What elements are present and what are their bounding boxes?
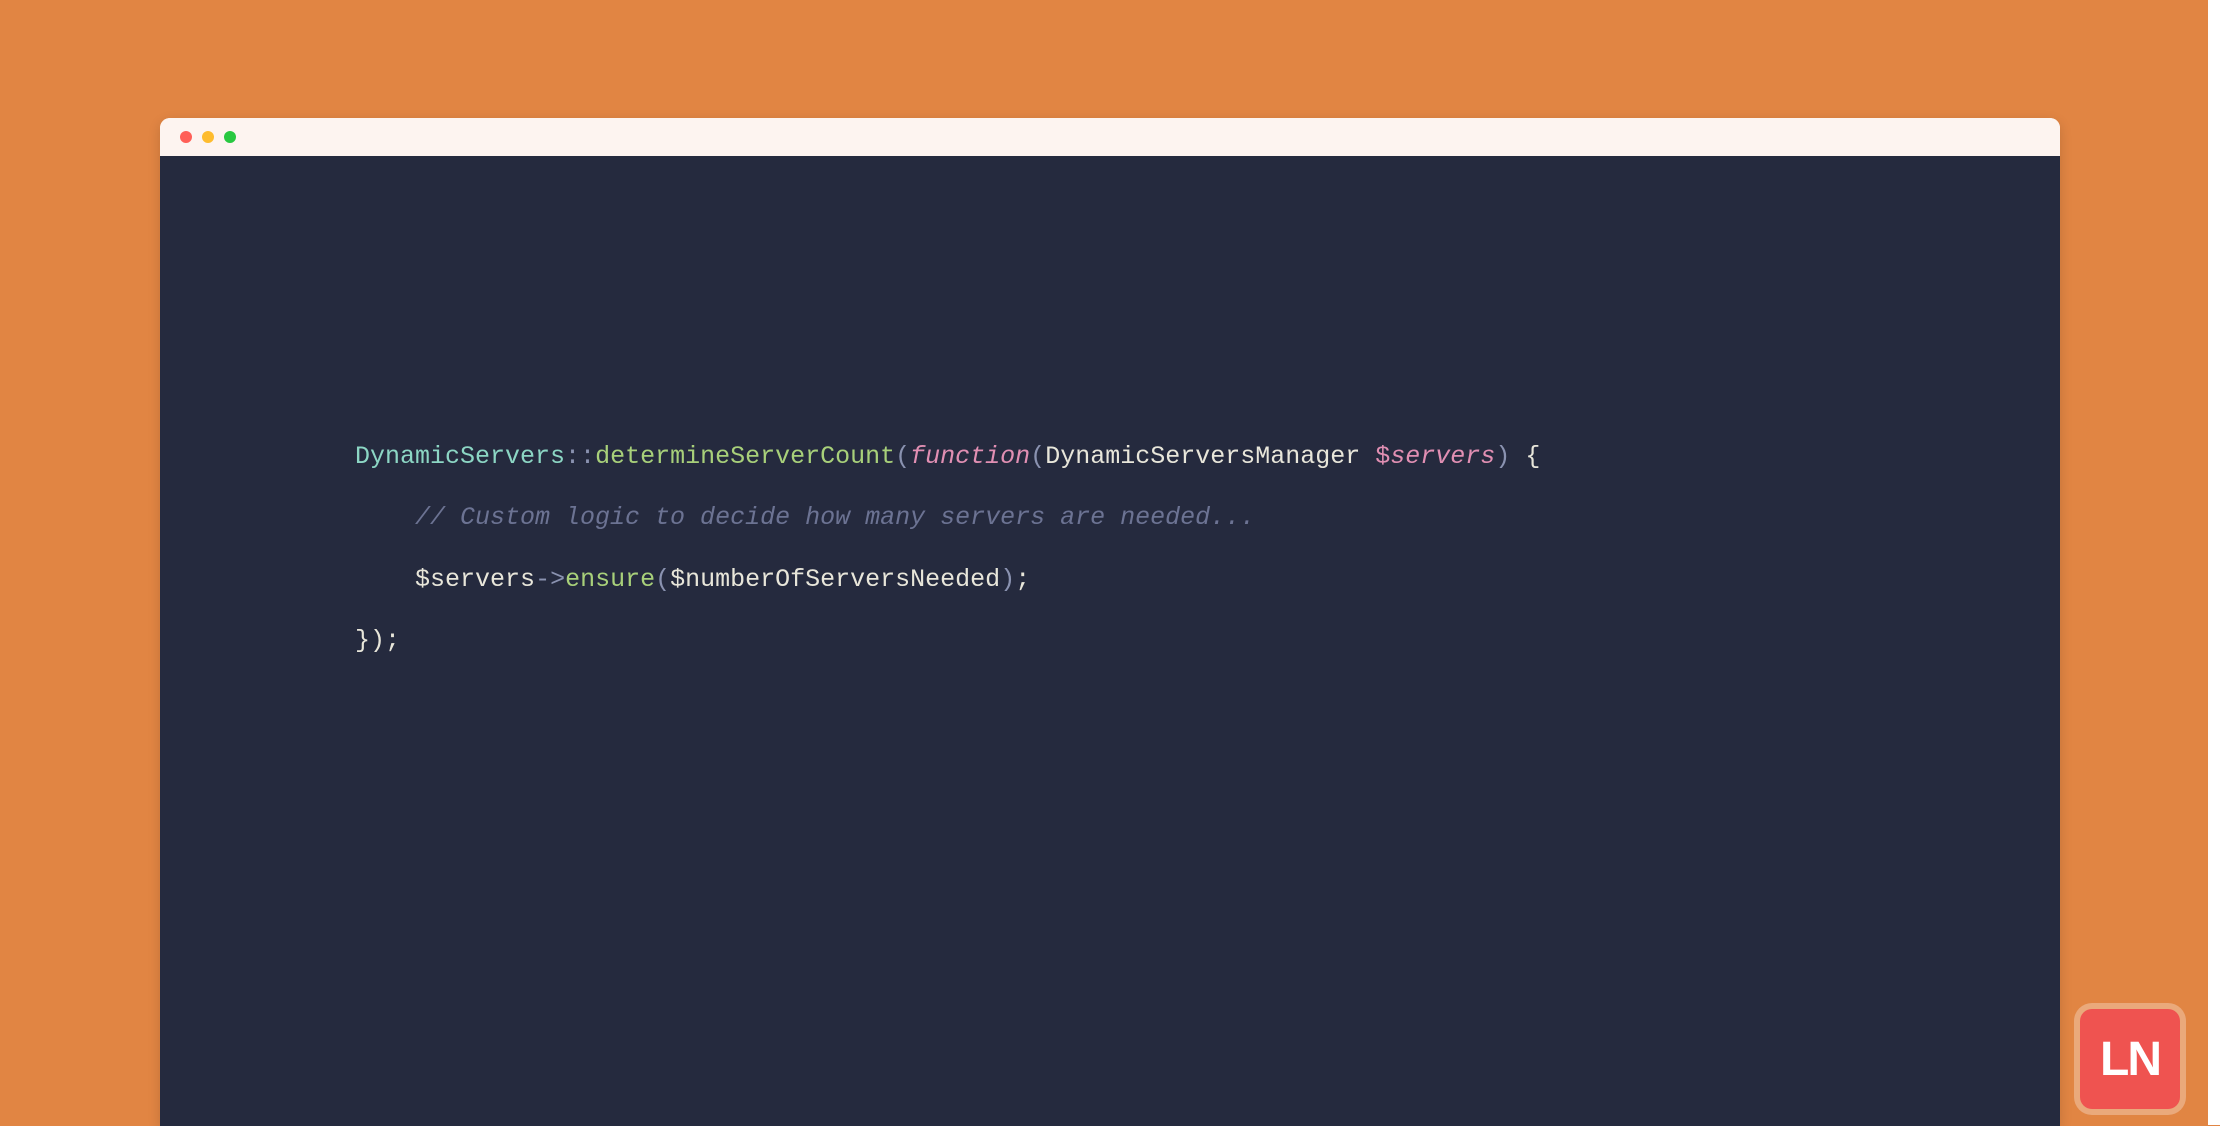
token-argument: numberOfServersNeeded bbox=[685, 565, 1000, 594]
token-type: DynamicServersManager bbox=[1045, 442, 1360, 471]
token-closing: }); bbox=[355, 626, 400, 655]
token-indent bbox=[355, 503, 415, 532]
code-line-3: $servers->ensure($numberOfServersNeeded)… bbox=[355, 549, 2060, 610]
token-space bbox=[1360, 442, 1375, 471]
logo-text: LN bbox=[2100, 1032, 2160, 1087]
window-titlebar bbox=[160, 118, 2060, 156]
code-line-2: // Custom logic to decide how many serve… bbox=[355, 487, 2060, 548]
token-paren: ( bbox=[1030, 442, 1045, 471]
code-line-4: }); bbox=[355, 610, 2060, 671]
code-editor: DynamicServers::determineServerCount(fun… bbox=[160, 156, 2060, 1126]
close-icon[interactable] bbox=[180, 131, 192, 143]
maximize-icon[interactable] bbox=[224, 131, 236, 143]
token-scope: :: bbox=[565, 442, 595, 471]
editor-window: DynamicServers::determineServerCount(fun… bbox=[160, 118, 2060, 1126]
token-dollar: $ bbox=[670, 565, 685, 594]
token-class: DynamicServers bbox=[355, 442, 565, 471]
token-brace: { bbox=[1510, 442, 1540, 471]
token-paren: ( bbox=[655, 565, 670, 594]
code-line-1: DynamicServers::determineServerCount(fun… bbox=[355, 426, 2060, 487]
token-paren: ( bbox=[895, 442, 910, 471]
token-variable: servers bbox=[430, 565, 535, 594]
token-semicolon: ; bbox=[1015, 565, 1030, 594]
logo-badge: LN bbox=[2080, 1009, 2180, 1109]
token-comment: // Custom logic to decide how many serve… bbox=[415, 503, 1255, 532]
token-indent bbox=[355, 565, 415, 594]
token-variable: servers bbox=[1390, 442, 1495, 471]
token-paren: ) bbox=[1495, 442, 1510, 471]
token-paren: ) bbox=[1000, 565, 1015, 594]
minimize-icon[interactable] bbox=[202, 131, 214, 143]
token-arrow: -> bbox=[535, 565, 565, 594]
token-method: determineServerCount bbox=[595, 442, 895, 471]
token-keyword: function bbox=[910, 442, 1030, 471]
page-edge bbox=[2208, 0, 2220, 1125]
token-method: ensure bbox=[565, 565, 655, 594]
token-dollar: $ bbox=[415, 565, 430, 594]
token-dollar: $ bbox=[1375, 442, 1390, 471]
